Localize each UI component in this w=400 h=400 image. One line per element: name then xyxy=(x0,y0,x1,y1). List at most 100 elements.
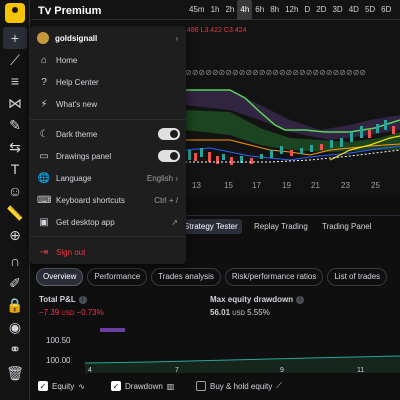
drawing-toolbar: + ⟋ ≡ ⋈ ✎ ⇆ T ☺ 📏 ⊕ ∩ ✐ 🔒 ◉ ⚭ 🗑 xyxy=(0,0,30,400)
menu-item-help-center[interactable]: ? Help Center xyxy=(30,72,186,92)
total-pl-label: Total P&L i xyxy=(39,295,87,304)
tab-trading-panel[interactable]: Trading Panel xyxy=(322,222,372,231)
interval-6d[interactable]: 6D xyxy=(378,0,394,20)
magnet-icon[interactable]: ∩ xyxy=(3,250,27,272)
language-value-text: English xyxy=(146,173,174,183)
checkbox-checked-icon[interactable]: ✓ xyxy=(38,381,48,391)
lock-drawing-icon[interactable]: ✐ xyxy=(3,272,27,294)
emoji-icon[interactable]: ☺ xyxy=(3,180,27,202)
x-tick-3: 9 xyxy=(280,367,284,374)
brush-icon[interactable]: ✎ xyxy=(3,114,27,136)
avatar xyxy=(37,32,49,44)
drawdown-bars-icon: ▥ xyxy=(166,381,175,391)
checkbox-unchecked-icon[interactable] xyxy=(196,381,206,391)
info-icon[interactable]: i xyxy=(78,295,87,304)
keyboard-shortcuts-label: Keyboard shortcuts xyxy=(56,195,125,205)
home-icon: ⌂ xyxy=(40,54,48,66)
interval-5d[interactable]: 5D xyxy=(362,0,378,20)
menu-item-home[interactable]: ⌂ Home xyxy=(30,50,186,70)
interval-2h[interactable]: 2h xyxy=(222,0,237,20)
x-tick-13: 13 xyxy=(192,181,201,190)
equity-checkbox-label: Equity xyxy=(52,381,75,391)
language-value: English › xyxy=(146,173,178,183)
text-icon[interactable]: T xyxy=(3,158,27,180)
chevron-right-icon: › xyxy=(175,33,178,43)
equity-line-icon: ∿ xyxy=(78,381,85,391)
menu-item-language[interactable]: 🌐 Language English › xyxy=(30,168,186,188)
menu-divider xyxy=(30,119,186,120)
max-drawdown-label: Max equity drawdown i xyxy=(210,295,305,304)
tab-trades-analysis[interactable]: Trades analysis xyxy=(151,268,221,286)
total-pl-unit: USD xyxy=(61,311,75,317)
equity-checkbox[interactable]: ✓ Equity ∿ xyxy=(38,380,85,392)
top-bar: T𝗏 Premium 45m 1h 2h 4h 6h 8h 12h D 2D 3D 4D 5D 6D xyxy=(30,0,400,20)
interval-2d[interactable]: 2D xyxy=(313,0,329,20)
max-drawdown-percent: 5.55% xyxy=(247,308,270,317)
horizontal-lines-icon[interactable]: ≡ xyxy=(3,70,27,92)
total-pl-value: −7.39 USD −0.73% xyxy=(39,308,104,317)
whats-new-label: What's new xyxy=(56,99,98,109)
buy-hold-line-icon: ⟋ xyxy=(276,381,282,390)
buy-hold-checkbox-label: Buy & hold equity xyxy=(210,381,273,391)
interval-d[interactable]: D xyxy=(301,0,313,20)
crosshair-icon[interactable]: + xyxy=(3,27,27,49)
desktop-icon: ▣ xyxy=(39,216,49,228)
trend-line-icon[interactable]: ⟋ xyxy=(3,49,27,71)
interval-4d[interactable]: 4D xyxy=(346,0,362,20)
checkbox-checked-icon[interactable]: ✓ xyxy=(111,381,121,391)
ohlc-legend: .486 L3.422 C3.424 xyxy=(185,27,247,34)
interval-1h[interactable]: 1h xyxy=(208,0,223,20)
tab-overview[interactable]: Overview xyxy=(36,268,84,286)
tab-replay-trading[interactable]: Replay Trading xyxy=(254,222,308,231)
tab-strategy-tester[interactable]: Strategy Tester xyxy=(180,219,242,234)
eye-icon[interactable]: ◉ xyxy=(3,316,27,338)
info-icon[interactable]: i xyxy=(296,295,305,304)
buy-hold-checkbox[interactable]: Buy & hold equity ⟋ xyxy=(196,380,282,392)
menu-item-get-desktop-app[interactable]: ▣ Get desktop app ↗ xyxy=(30,212,186,232)
tab-list-of-trades[interactable]: List of trades xyxy=(327,268,388,286)
tab-performance[interactable]: Performance xyxy=(87,268,148,286)
drawdown-checkbox[interactable]: ✓ Drawdown ▥ xyxy=(111,380,174,392)
interval-45m[interactable]: 45m xyxy=(186,0,208,20)
strategy-tester-tabs: Overview Performance Trades analysis Ris… xyxy=(36,268,388,286)
premium-header: T𝗏 Premium xyxy=(38,4,101,17)
y-label-1: 100.50 xyxy=(46,336,71,345)
pattern-icon[interactable]: ⋈ xyxy=(3,92,27,114)
drawdown-bar xyxy=(100,328,125,332)
equity-chart: 100.50 100.00 4 7 9 11 xyxy=(30,318,400,374)
x-tick-1: 4 xyxy=(88,367,92,374)
measure-icon[interactable]: ⇆ xyxy=(3,136,27,158)
max-drawdown-unit: USD xyxy=(232,311,245,317)
interval-6h[interactable]: 6h xyxy=(252,0,267,20)
interval-8h[interactable]: 8h xyxy=(267,0,282,20)
trash-icon[interactable]: 🗑 xyxy=(3,362,27,384)
menu-item-profile[interactable]: goldsignall › xyxy=(30,28,186,48)
total-pl-percent: −0.73% xyxy=(76,308,104,317)
globe-icon: 🌐 xyxy=(37,172,51,184)
menu-item-sign-out[interactable]: ⇥ Sign out xyxy=(30,242,186,262)
ruler-icon[interactable]: 📏 xyxy=(3,202,27,224)
link-icon[interactable]: ⚭ xyxy=(3,338,27,360)
menu-item-drawings-panel[interactable]: ▭ Drawings panel xyxy=(30,146,186,166)
help-center-label: Help Center xyxy=(56,77,99,87)
zoom-icon[interactable]: ⊕ xyxy=(3,224,27,246)
dark-theme-toggle[interactable] xyxy=(158,128,180,140)
keyboard-icon: ⌨ xyxy=(37,194,52,206)
y-label-2: 100.00 xyxy=(46,356,71,365)
language-label: Language xyxy=(56,173,92,183)
svg-text:⊘⊘⊘⊘⊘⊘⊘⊘⊘⊘⊘⊘⊘⊘⊘⊘⊘⊘⊘⊘⊘⊘⊘⊘⊘⊘⊘: ⊘⊘⊘⊘⊘⊘⊘⊘⊘⊘⊘⊘⊘⊘⊘⊘⊘⊘⊘⊘⊘⊘⊘⊘⊘⊘⊘ xyxy=(185,68,366,77)
user-avatar-logo[interactable] xyxy=(5,3,25,23)
interval-12h[interactable]: 12h xyxy=(282,0,301,20)
menu-item-whats-new[interactable]: ⚡ What's new xyxy=(30,94,186,114)
menu-item-dark-theme[interactable]: ☾ Dark theme xyxy=(30,124,186,144)
tab-risk-performance-ratios[interactable]: Risk/performance ratios xyxy=(224,268,324,286)
sign-out-icon: ⇥ xyxy=(39,246,49,258)
drawings-panel-toggle[interactable] xyxy=(158,150,180,162)
menu-item-keyboard-shortcuts[interactable]: ⌨ Keyboard shortcuts Ctrl + / xyxy=(30,190,186,210)
interval-3d[interactable]: 3D xyxy=(329,0,345,20)
interval-4h[interactable]: 4h xyxy=(237,0,253,20)
x-tick-23: 23 xyxy=(341,181,350,190)
x-tick-4: 11 xyxy=(357,367,365,374)
username: goldsignall xyxy=(55,33,98,43)
lock-icon[interactable]: 🔒 xyxy=(3,294,27,316)
